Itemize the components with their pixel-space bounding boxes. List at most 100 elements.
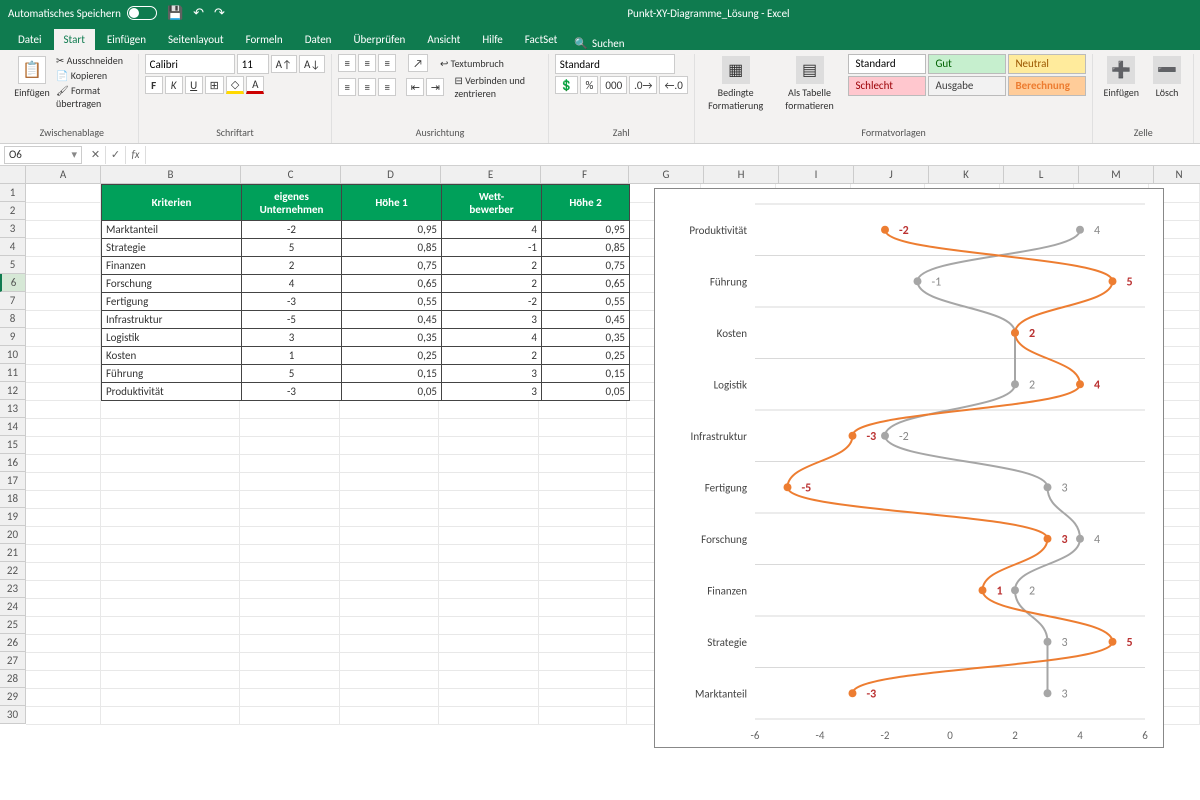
merge-center-button[interactable]: ⊟ Verbinden und zentrieren xyxy=(454,74,541,100)
copy-button[interactable]: 📄 Kopieren xyxy=(56,69,132,82)
row-header[interactable]: 16 xyxy=(0,454,26,472)
column-header[interactable]: K xyxy=(929,166,1004,184)
name-box[interactable]: O6 ▾ xyxy=(4,146,82,164)
row-header[interactable]: 18 xyxy=(0,490,26,508)
row-header[interactable]: 26 xyxy=(0,634,26,652)
menu-hilfe[interactable]: Hilfe xyxy=(472,29,512,50)
insert-cells-button[interactable]: ➕Einfügen xyxy=(1099,54,1143,101)
underline-button[interactable]: U xyxy=(185,76,203,94)
search-box[interactable]: 🔍 Suchen xyxy=(574,37,624,50)
row-header[interactable]: 23 xyxy=(0,580,26,598)
column-header[interactable]: B xyxy=(101,166,241,184)
align-center-button[interactable]: ≡ xyxy=(358,78,376,96)
cancel-formula-icon[interactable]: ✕ xyxy=(86,146,106,164)
row-header[interactable]: 4 xyxy=(0,238,26,256)
column-header[interactable]: E xyxy=(441,166,541,184)
format-as-table-button[interactable]: ▤Als Tabelle formatieren xyxy=(775,54,845,114)
border-button[interactable]: ⊞ xyxy=(205,76,224,94)
percent-button[interactable]: % xyxy=(580,76,598,94)
font-size-select[interactable] xyxy=(237,54,269,74)
italic-button[interactable]: K xyxy=(165,76,183,94)
row-header[interactable]: 10 xyxy=(0,346,26,364)
align-middle-button[interactable]: ≡ xyxy=(358,54,376,72)
align-left-button[interactable]: ≡ xyxy=(338,78,356,96)
style-gut[interactable]: Gut xyxy=(928,54,1006,74)
row-header[interactable]: 29 xyxy=(0,688,26,706)
bold-button[interactable]: F xyxy=(145,76,163,94)
row-header[interactable]: 30 xyxy=(0,706,26,724)
increase-decimal-button[interactable]: .0→ xyxy=(629,76,657,94)
menu-datei[interactable]: Datei xyxy=(8,29,52,50)
column-header[interactable]: J xyxy=(854,166,929,184)
decrease-decimal-button[interactable]: ←.0 xyxy=(659,76,687,94)
menu-ansicht[interactable]: Ansicht xyxy=(417,29,470,50)
decrease-font-button[interactable]: A↓ xyxy=(299,55,325,73)
style-ausgabe[interactable]: Ausgabe xyxy=(928,76,1006,96)
autosave-toggle[interactable]: Automatisches Speichern xyxy=(8,6,157,20)
column-header[interactable]: H xyxy=(704,166,779,184)
column-header[interactable]: M xyxy=(1079,166,1154,184)
column-header[interactable]: A xyxy=(26,166,101,184)
style-neutral[interactable]: Neutral xyxy=(1008,54,1086,74)
row-header[interactable]: 24 xyxy=(0,598,26,616)
format-painter-button[interactable]: 🖌 Format übertragen xyxy=(56,84,132,110)
indent-decrease-button[interactable]: ⇤ xyxy=(406,78,424,96)
fill-color-button[interactable]: ◇ xyxy=(226,76,244,94)
menu-daten[interactable]: Daten xyxy=(295,29,342,50)
fx-icon[interactable]: fx xyxy=(126,146,146,164)
menu-seitenlayout[interactable]: Seitenlayout xyxy=(158,29,234,50)
redo-icon[interactable]: ↷ xyxy=(214,6,225,21)
row-header[interactable]: 17 xyxy=(0,472,26,490)
font-color-button[interactable]: A xyxy=(246,76,264,94)
conditional-format-button[interactable]: ▦Bedingte Formatierung xyxy=(701,54,771,114)
row-header[interactable]: 19 xyxy=(0,508,26,526)
row-header[interactable]: 22 xyxy=(0,562,26,580)
wrap-text-button[interactable]: ↩ Textumbruch xyxy=(440,57,504,70)
cell-styles-gallery[interactable]: StandardGutNeutral SchlechtAusgabeBerechn… xyxy=(848,54,1086,96)
style-schlecht[interactable]: Schlecht xyxy=(848,76,926,96)
row-header[interactable]: 27 xyxy=(0,652,26,670)
data-table[interactable]: Kriterieneigenes UnternehmenHöhe 1Wett-b… xyxy=(101,184,630,401)
row-header[interactable]: 13 xyxy=(0,400,26,418)
row-header[interactable]: 6 xyxy=(0,274,26,292)
style-berechnung[interactable]: Berechnung xyxy=(1008,76,1086,96)
column-header[interactable]: I xyxy=(779,166,854,184)
thousands-button[interactable]: 000 xyxy=(600,76,627,94)
row-header[interactable]: 20 xyxy=(0,526,26,544)
row-header[interactable]: 12 xyxy=(0,382,26,400)
column-header[interactable]: L xyxy=(1004,166,1079,184)
align-top-button[interactable]: ≡ xyxy=(338,54,356,72)
menu-formeln[interactable]: Formeln xyxy=(236,29,293,50)
align-right-button[interactable]: ≡ xyxy=(378,78,396,96)
column-header[interactable] xyxy=(0,166,26,184)
row-header[interactable]: 11 xyxy=(0,364,26,382)
delete-cells-button[interactable]: ➖Lösch xyxy=(1147,54,1187,101)
row-header[interactable]: 2 xyxy=(0,202,26,220)
column-header[interactable]: D xyxy=(341,166,441,184)
formula-input[interactable] xyxy=(146,146,1200,164)
row-header[interactable]: 3 xyxy=(0,220,26,238)
menu-start[interactable]: Start xyxy=(54,29,95,50)
menu-überprüfen[interactable]: Überprüfen xyxy=(343,29,415,50)
menu-factset[interactable]: FactSet xyxy=(515,29,568,50)
increase-font-button[interactable]: A↑ xyxy=(271,55,297,73)
font-name-select[interactable] xyxy=(145,54,235,74)
column-header[interactable]: C xyxy=(241,166,341,184)
row-header[interactable]: 25 xyxy=(0,616,26,634)
number-format-select[interactable] xyxy=(555,54,675,74)
row-header[interactable]: 5 xyxy=(0,256,26,274)
style-standard[interactable]: Standard xyxy=(848,54,926,74)
cut-button[interactable]: ✂ Ausschneiden xyxy=(56,54,132,67)
row-header[interactable]: 21 xyxy=(0,544,26,562)
column-header[interactable]: N xyxy=(1154,166,1200,184)
currency-button[interactable]: 💲 xyxy=(555,76,579,94)
column-header[interactable]: G xyxy=(629,166,704,184)
row-header[interactable]: 7 xyxy=(0,292,26,310)
row-header[interactable]: 1 xyxy=(0,184,26,202)
save-icon[interactable]: 💾 xyxy=(167,6,183,21)
embedded-chart[interactable]: -6-4-20246ProduktivitätFührungKostenLogi… xyxy=(654,188,1164,748)
paste-button[interactable]: 📋 Einfügen xyxy=(12,54,52,101)
align-bottom-button[interactable]: ≡ xyxy=(378,54,396,72)
enter-formula-icon[interactable]: ✓ xyxy=(106,146,126,164)
row-header[interactable]: 14 xyxy=(0,418,26,436)
